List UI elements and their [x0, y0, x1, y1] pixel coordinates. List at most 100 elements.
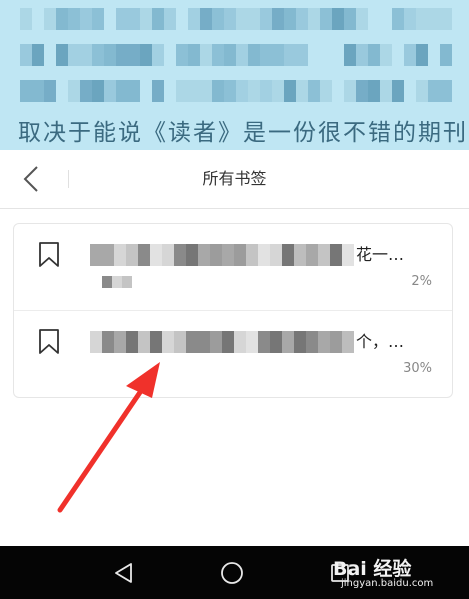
mosaic-pixel	[392, 8, 404, 30]
mosaic-pixel	[236, 80, 248, 102]
mosaic-pixel	[320, 44, 332, 66]
mosaic-pixel	[368, 44, 380, 66]
blurred-text-line	[20, 8, 452, 30]
mosaic-pixel	[260, 80, 272, 102]
circle-home-icon	[221, 562, 243, 584]
mosaic-pixel	[416, 8, 428, 30]
mosaic-pixel	[176, 8, 188, 30]
mosaic-pixel	[164, 44, 176, 66]
watermark-url: jingyan.baidu.com	[341, 578, 434, 589]
mosaic-pixel	[284, 80, 296, 102]
mosaic-pixel	[356, 44, 368, 66]
bookmark-icon	[39, 242, 59, 267]
mosaic-pixel	[152, 44, 164, 66]
mosaic-pixel	[92, 8, 104, 30]
mosaic-pixel	[284, 8, 296, 30]
mosaic-pixel	[404, 80, 416, 102]
mosaic-pixel	[308, 8, 320, 30]
mosaic-pixel	[440, 44, 452, 66]
bookmark-list: 花一… 2% 个，… 30%	[13, 223, 453, 398]
mosaic-pixel	[20, 80, 32, 102]
mosaic-pixel	[222, 244, 234, 266]
mosaic-pixel	[224, 44, 236, 66]
mosaic-pixel	[116, 8, 128, 30]
mosaic-pixel	[428, 80, 440, 102]
mosaic-pixel	[380, 44, 392, 66]
mosaic-pixel	[296, 80, 308, 102]
bookmark-content: 花一… 2% 个，… 30%	[0, 209, 469, 546]
bookmark-item[interactable]: 花一… 2%	[14, 224, 452, 311]
mosaic-pixel	[318, 244, 330, 266]
mosaic-pixel	[150, 331, 162, 353]
mosaic-pixel	[392, 80, 404, 102]
back-button[interactable]	[6, 154, 56, 204]
mosaic-pixel	[116, 80, 128, 102]
mosaic-pixel	[68, 80, 80, 102]
mosaic-pixel	[294, 331, 306, 353]
nav-back-button[interactable]	[107, 556, 141, 590]
mosaic-pixel	[188, 44, 200, 66]
mosaic-pixel	[114, 331, 126, 353]
mosaic-pixel	[152, 80, 164, 102]
mosaic-pixel	[44, 80, 56, 102]
mosaic-pixel	[138, 244, 150, 266]
mosaic-pixel	[140, 8, 152, 30]
mosaic-pixel	[270, 244, 282, 266]
mosaic-pixel	[140, 44, 152, 66]
mosaic-pixel	[236, 44, 248, 66]
mosaic-pixel	[332, 44, 344, 66]
mosaic-pixel	[20, 8, 32, 30]
mosaic-pixel	[164, 80, 176, 102]
mosaic-pixel	[272, 80, 284, 102]
mosaic-pixel	[102, 244, 114, 266]
mosaic-pixel	[222, 331, 234, 353]
mosaic-pixel	[186, 331, 198, 353]
mosaic-pixel	[128, 8, 140, 30]
mosaic-pixel	[212, 80, 224, 102]
mosaic-pixel	[198, 244, 210, 266]
mosaic-pixel	[162, 331, 174, 353]
bookmark-excerpt: 个，…	[90, 325, 432, 359]
mosaic-pixel	[344, 44, 356, 66]
bookmark-excerpt-tail: 花一…	[356, 245, 405, 264]
mosaic-pixel	[212, 8, 224, 30]
mosaic-pixel	[440, 80, 452, 102]
mosaic-pixel	[248, 44, 260, 66]
mosaic-pixel	[416, 44, 428, 66]
mosaic-pixel	[162, 244, 174, 266]
mosaic-pixel	[44, 8, 56, 30]
blurred-excerpt	[90, 244, 354, 266]
nav-home-button[interactable]	[215, 556, 249, 590]
mosaic-pixel	[246, 331, 258, 353]
mosaic-pixel	[404, 8, 416, 30]
mosaic-pixel	[380, 80, 392, 102]
header-divider	[68, 170, 69, 188]
mosaic-pixel	[380, 8, 392, 30]
mosaic-pixel	[404, 44, 416, 66]
mosaic-pixel	[128, 80, 140, 102]
mosaic-pixel	[200, 44, 212, 66]
mosaic-pixel	[90, 331, 102, 353]
mosaic-pixel	[260, 44, 272, 66]
mosaic-pixel	[260, 8, 272, 30]
mosaic-pixel	[440, 8, 452, 30]
mosaic-pixel	[212, 44, 224, 66]
bookmark-excerpt: 花一…	[90, 238, 432, 272]
mosaic-pixel	[80, 44, 92, 66]
chevron-left-icon	[23, 166, 38, 192]
baidu-jingyan-watermark: Bai 经验 jingyan.baidu.com	[323, 552, 463, 594]
bookmark-item[interactable]: 个，… 30%	[14, 311, 452, 397]
bookmark-progress: 30%	[403, 361, 432, 376]
mosaic-pixel	[356, 8, 368, 30]
mosaic-pixel	[272, 8, 284, 30]
mosaic-pixel	[20, 44, 32, 66]
mosaic-pixel	[114, 244, 126, 266]
mosaic-pixel	[188, 80, 200, 102]
mosaic-pixel	[344, 80, 356, 102]
mosaic-pixel	[198, 331, 210, 353]
book-page-background: 取决于能说《读者》是一份很不错的期刊，是一份	[0, 0, 469, 150]
mosaic-pixel	[416, 80, 428, 102]
mosaic-pixel	[68, 44, 80, 66]
mosaic-pixel	[80, 80, 92, 102]
mosaic-pixel	[56, 80, 68, 102]
